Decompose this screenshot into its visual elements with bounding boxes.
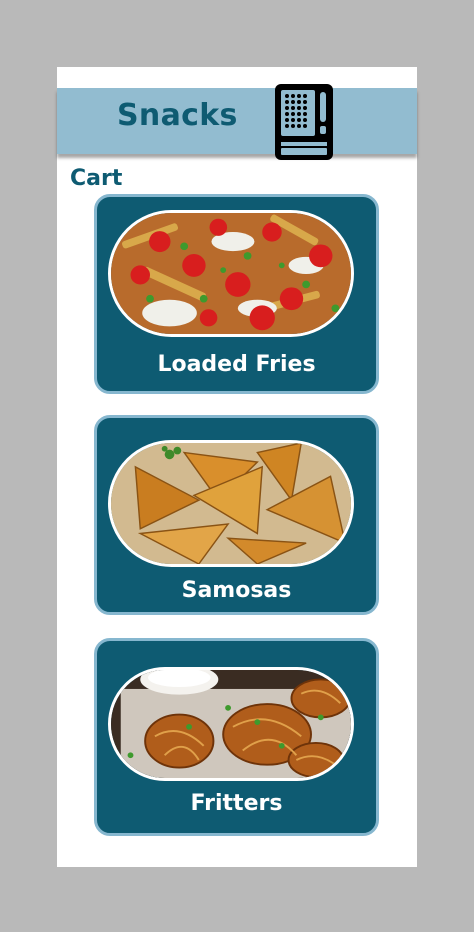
snack-card-loaded-fries[interactable]: Loaded Fries (94, 194, 379, 394)
cart-label[interactable]: Cart (70, 166, 122, 191)
snack-card-fritters[interactable]: Fritters (94, 638, 379, 836)
samosas-photo (108, 440, 354, 567)
loaded-fries-photo (108, 210, 354, 337)
app-screen: Snacks Cart Loaded Fries Samosas Fritter… (57, 67, 417, 867)
vending-machine-icon[interactable] (273, 82, 335, 166)
snack-label: Loaded Fries (157, 352, 316, 377)
page-title: Snacks (117, 98, 238, 133)
snack-label: Fritters (190, 791, 283, 816)
fritters-photo (108, 667, 354, 781)
app-header: Snacks (57, 84, 417, 160)
snack-card-samosas[interactable]: Samosas (94, 415, 379, 615)
snack-label: Samosas (181, 578, 292, 603)
